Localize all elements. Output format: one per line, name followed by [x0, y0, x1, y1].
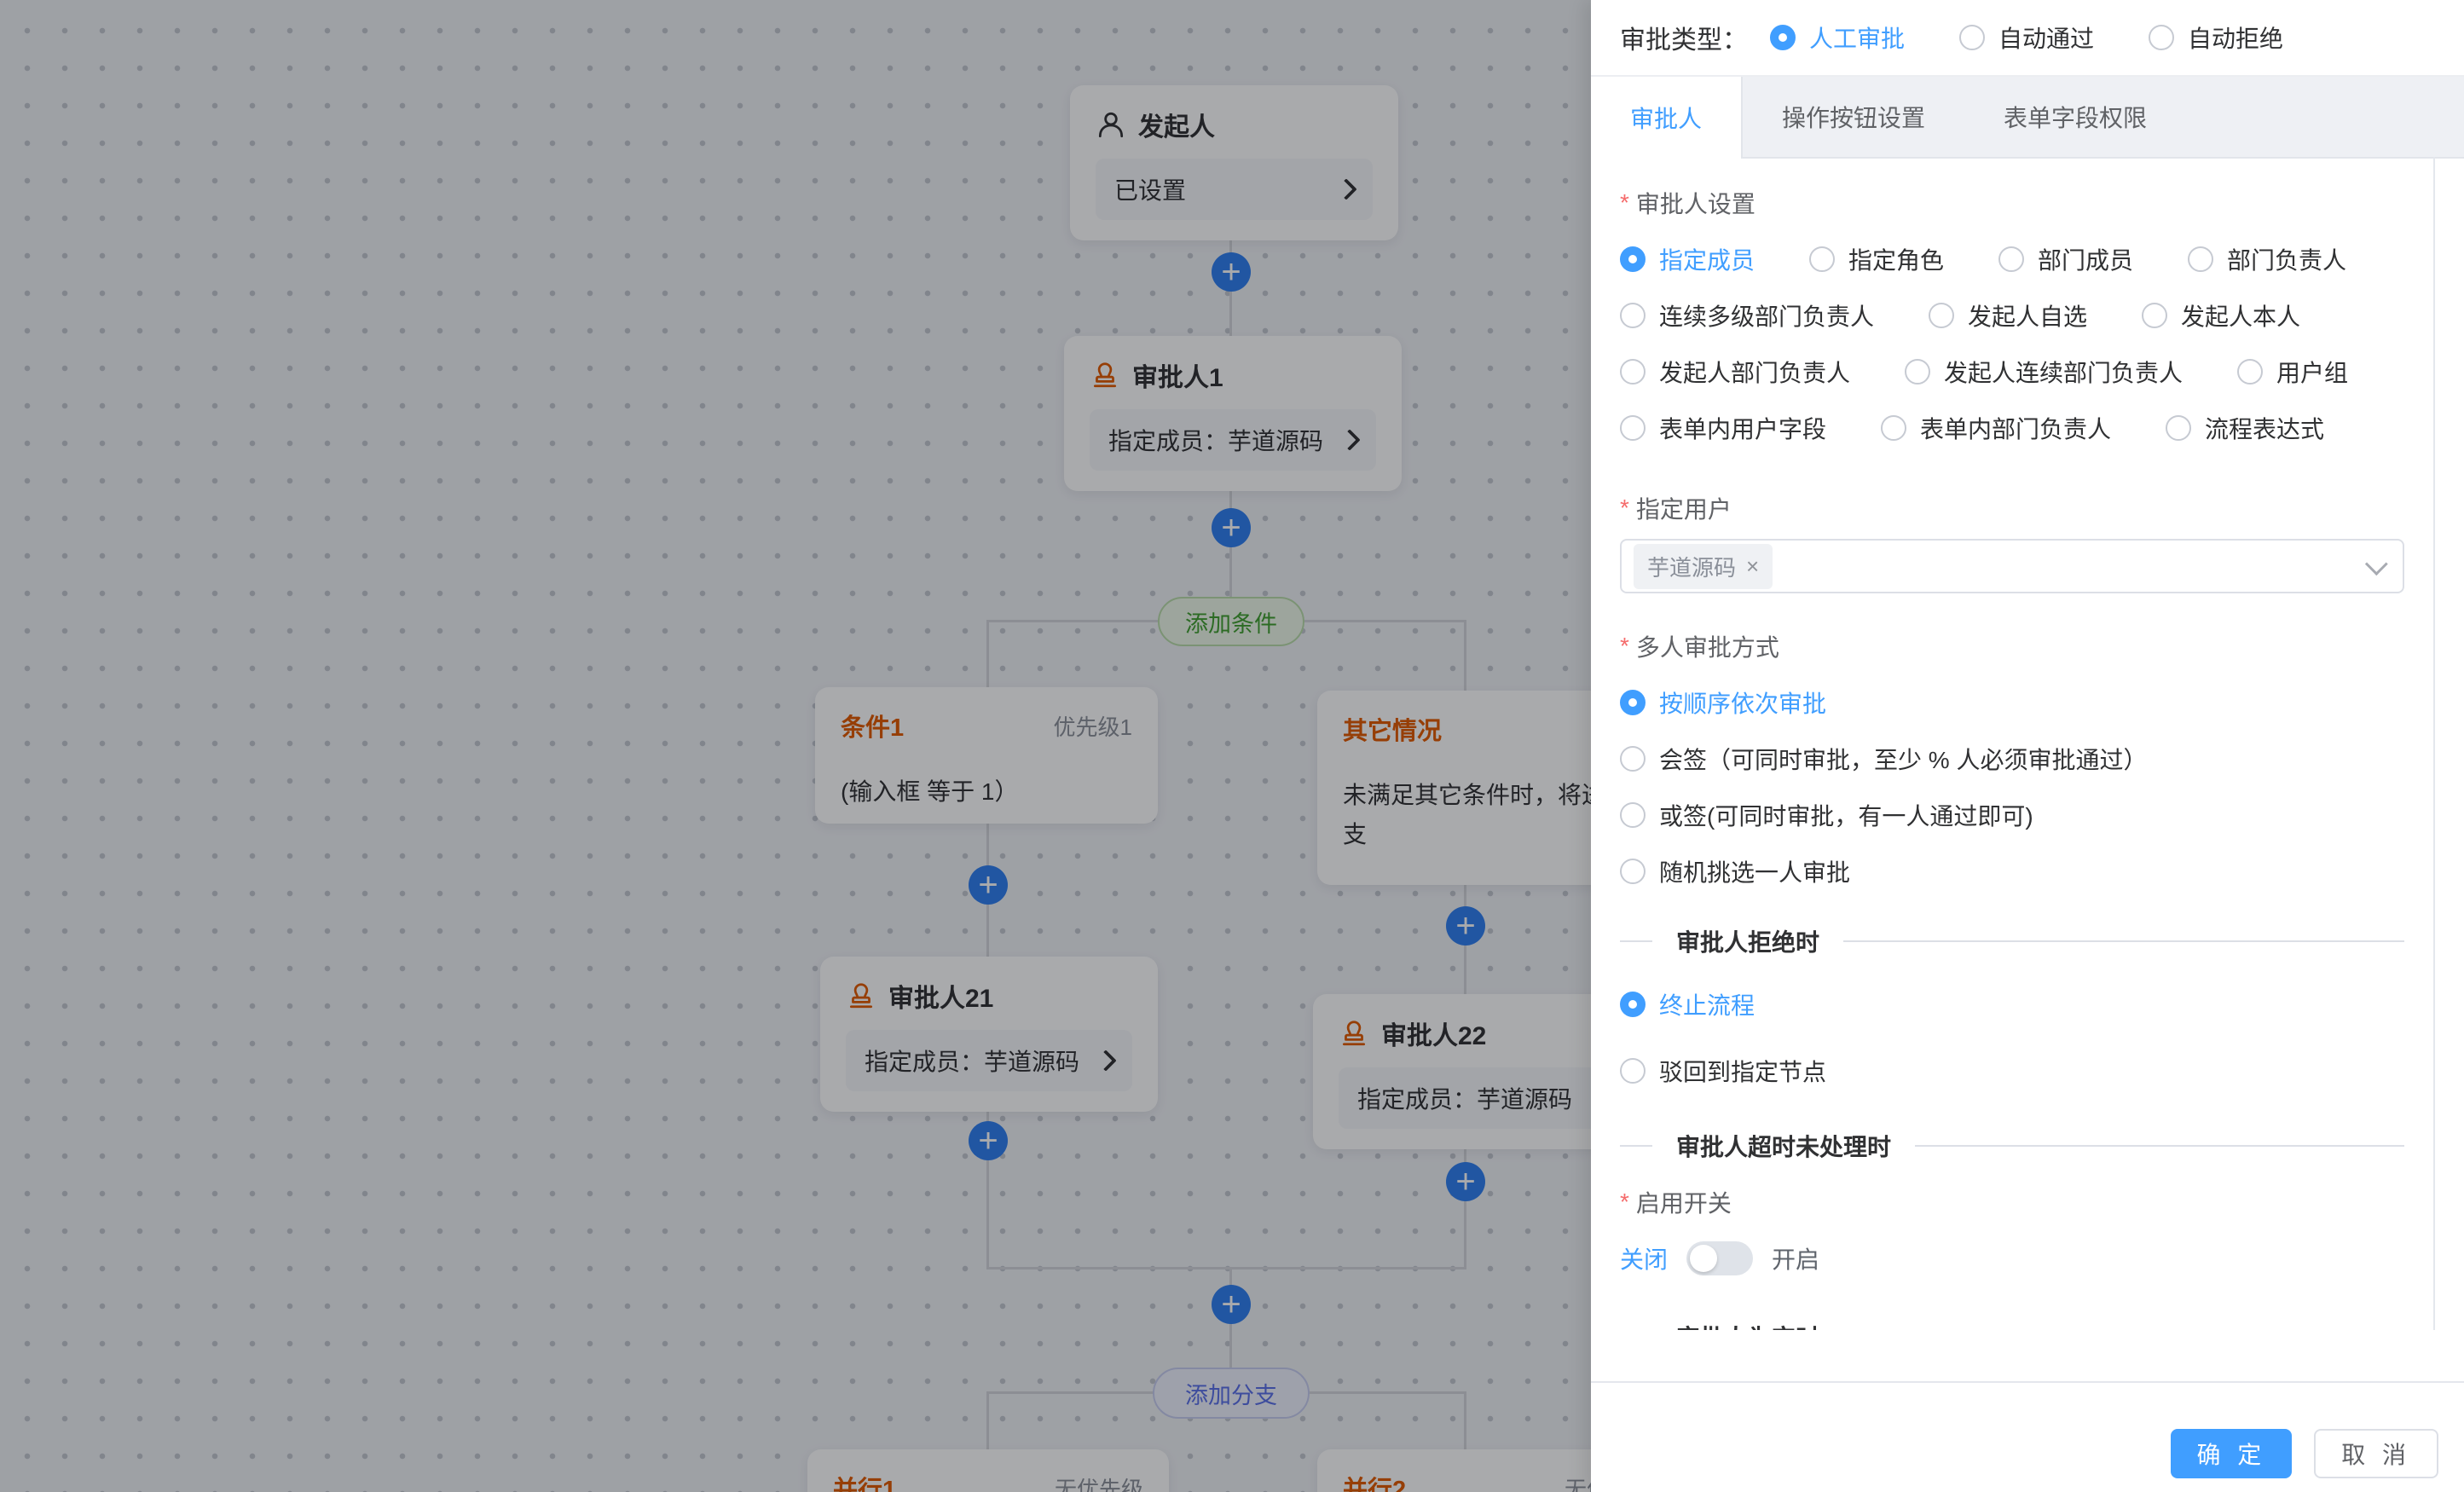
radio-manual-approve[interactable]: 人工审批 [1770, 20, 1905, 55]
radio-icon [1620, 1058, 1646, 1084]
approver-setting-row2: 连续多级部门负责人 发起人自选 发起人本人 [1620, 298, 2404, 333]
approver-setting-row3: 发起人部门负责人 发起人连续部门负责人 用户组 [1620, 355, 2404, 389]
radio-icon [1620, 802, 1646, 828]
radio-checked-icon [1620, 690, 1646, 715]
switch-on-label: 开启 [1772, 1241, 1819, 1275]
radio-checked-icon [1770, 25, 1796, 50]
approver-setting-row1: 指定成员 指定角色 部门成员 部门负责人 [1620, 242, 2404, 276]
approval-type-label: 审批类型： [1620, 19, 1748, 56]
switch-off-label: 关闭 [1620, 1241, 1668, 1275]
radio-icon [1809, 246, 1835, 272]
timeout-section-title: 审批人超时未处理时 [1676, 1129, 1891, 1163]
reject-section-divider: 审批人拒绝时 [1620, 924, 2404, 958]
timeout-section-divider: 审批人超时未处理时 [1620, 1129, 2404, 1163]
approver-setting-label: * 审批人设置 [1620, 186, 2404, 220]
drawer-footer: 确 定 取 消 [1591, 1381, 2464, 1492]
radio-user-group[interactable]: 用户组 [2237, 355, 2348, 389]
radio-icon [1620, 359, 1646, 385]
multi-approve-radio-group: 按顺序依次审批 会签（可同时审批，至少 % 人必须审批通过） 或签(可同时审批，… [1620, 685, 2404, 888]
radio-icon [2142, 303, 2167, 328]
radio-initiator-self[interactable]: 发起人本人 [2142, 298, 2300, 333]
radio-icon [1881, 415, 1906, 441]
approver-setting-row4: 表单内用户字段 表单内部门负责人 流程表达式 [1620, 411, 2404, 445]
radio-icon [1620, 415, 1646, 441]
radio-initiator-multi-dept-leader[interactable]: 发起人连续部门负责人 [1905, 355, 2183, 389]
required-mark: * [1620, 494, 1629, 522]
radio-icon [1620, 746, 1646, 772]
approver-settings-drawer: 审批类型： 人工审批 自动通过 自动拒绝 审批人 操作按钮设置 表单字段权限 [1591, 0, 2464, 1492]
tab-panel-approver[interactable]: * 审批人设置 指定成员 指定角色 部门成员 部门负责人 [1591, 157, 2435, 1330]
radio-checked-icon [1620, 992, 1646, 1017]
radio-form-user-field[interactable]: 表单内用户字段 [1620, 411, 1826, 445]
toggle-knob [1690, 1245, 1717, 1272]
reject-radio-group: 终止流程 驳回到指定节点 [1620, 987, 2404, 1088]
confirm-button[interactable]: 确 定 [2171, 1429, 2292, 1478]
selected-user-tag[interactable]: 芋道源码 × [1634, 544, 1773, 589]
radio-icon [2188, 246, 2213, 272]
radio-assigned-member[interactable]: 指定成员 [1620, 242, 1755, 276]
multi-approve-label: * 多人审批方式 [1620, 629, 2404, 663]
empty-section-title: 审批人为空时 [1676, 1320, 1819, 1330]
tab-approver[interactable]: 审批人 [1591, 77, 1743, 159]
required-mark: * [1620, 1188, 1629, 1216]
approval-type-row: 审批类型： 人工审批 自动通过 自动拒绝 [1591, 0, 2464, 75]
selected-user-name: 芋道源码 [1647, 551, 1736, 582]
radio-orsign[interactable]: 或签(可同时审批，有一人通过即可) [1620, 798, 2404, 832]
cancel-button[interactable]: 取 消 [2314, 1429, 2438, 1478]
radio-initiator-choose[interactable]: 发起人自选 [1929, 298, 2087, 333]
radio-form-dept-leader[interactable]: 表单内部门负责人 [1881, 411, 2111, 445]
radio-multi-level-dept-leader[interactable]: 连续多级部门负责人 [1620, 298, 1874, 333]
timeout-enable-toggle[interactable] [1686, 1241, 1753, 1275]
radio-assigned-role[interactable]: 指定角色 [1809, 242, 1944, 276]
tab-form-field-permissions[interactable]: 表单字段权限 [1964, 77, 2186, 157]
radio-dept-member[interactable]: 部门成员 [1998, 242, 2133, 276]
radio-icon [1959, 25, 1985, 50]
settings-tabs: 审批人 操作按钮设置 表单字段权限 [1591, 75, 2464, 159]
radio-auto-reject[interactable]: 自动拒绝 [2149, 20, 2283, 55]
radio-process-expression[interactable]: 流程表达式 [2166, 411, 2324, 445]
tag-close-icon[interactable]: × [1746, 553, 1759, 580]
radio-icon [1929, 303, 1954, 328]
radio-dept-leader[interactable]: 部门负责人 [2188, 242, 2346, 276]
radio-checked-icon [1620, 246, 1646, 272]
reject-section-title: 审批人拒绝时 [1676, 924, 1819, 958]
radio-icon [1620, 303, 1646, 328]
radio-icon [2149, 25, 2174, 50]
assign-user-select[interactable]: 芋道源码 × [1620, 539, 2404, 593]
enable-switch-label: * 启用开关 [1620, 1185, 2404, 1219]
radio-countersign[interactable]: 会签（可同时审批，至少 % 人必须审批通过） [1620, 742, 2404, 776]
radio-sequential-approve[interactable]: 按顺序依次审批 [1620, 685, 2404, 720]
approval-type-radio-group: 人工审批 自动通过 自动拒绝 [1770, 20, 2283, 55]
radio-terminate-process[interactable]: 终止流程 [1620, 987, 2404, 1021]
required-mark: * [1620, 189, 1629, 217]
radio-initiator-dept-leader[interactable]: 发起人部门负责人 [1620, 355, 1850, 389]
radio-icon [2237, 359, 2263, 385]
radio-random-one[interactable]: 随机挑选一人审批 [1620, 854, 2404, 888]
radio-return-to-node[interactable]: 驳回到指定节点 [1620, 1054, 2404, 1088]
timeout-switch-row: 关闭 开启 [1620, 1240, 2404, 1277]
radio-icon [1998, 246, 2024, 272]
required-mark: * [1620, 633, 1629, 660]
assign-user-label: * 指定用户 [1620, 491, 2404, 525]
tab-operation-buttons[interactable]: 操作按钮设置 [1743, 77, 1964, 157]
radio-icon [1905, 359, 1930, 385]
chevron-down-icon [2365, 552, 2388, 575]
radio-icon [1620, 859, 1646, 884]
radio-auto-pass[interactable]: 自动通过 [1959, 20, 2094, 55]
radio-icon [2166, 415, 2191, 441]
approval-flow-designer: 发起人 已设置 + 审批人1 指定成员：芋道源码 [0, 0, 2464, 1492]
empty-section-divider: 审批人为空时 [1620, 1320, 2404, 1330]
